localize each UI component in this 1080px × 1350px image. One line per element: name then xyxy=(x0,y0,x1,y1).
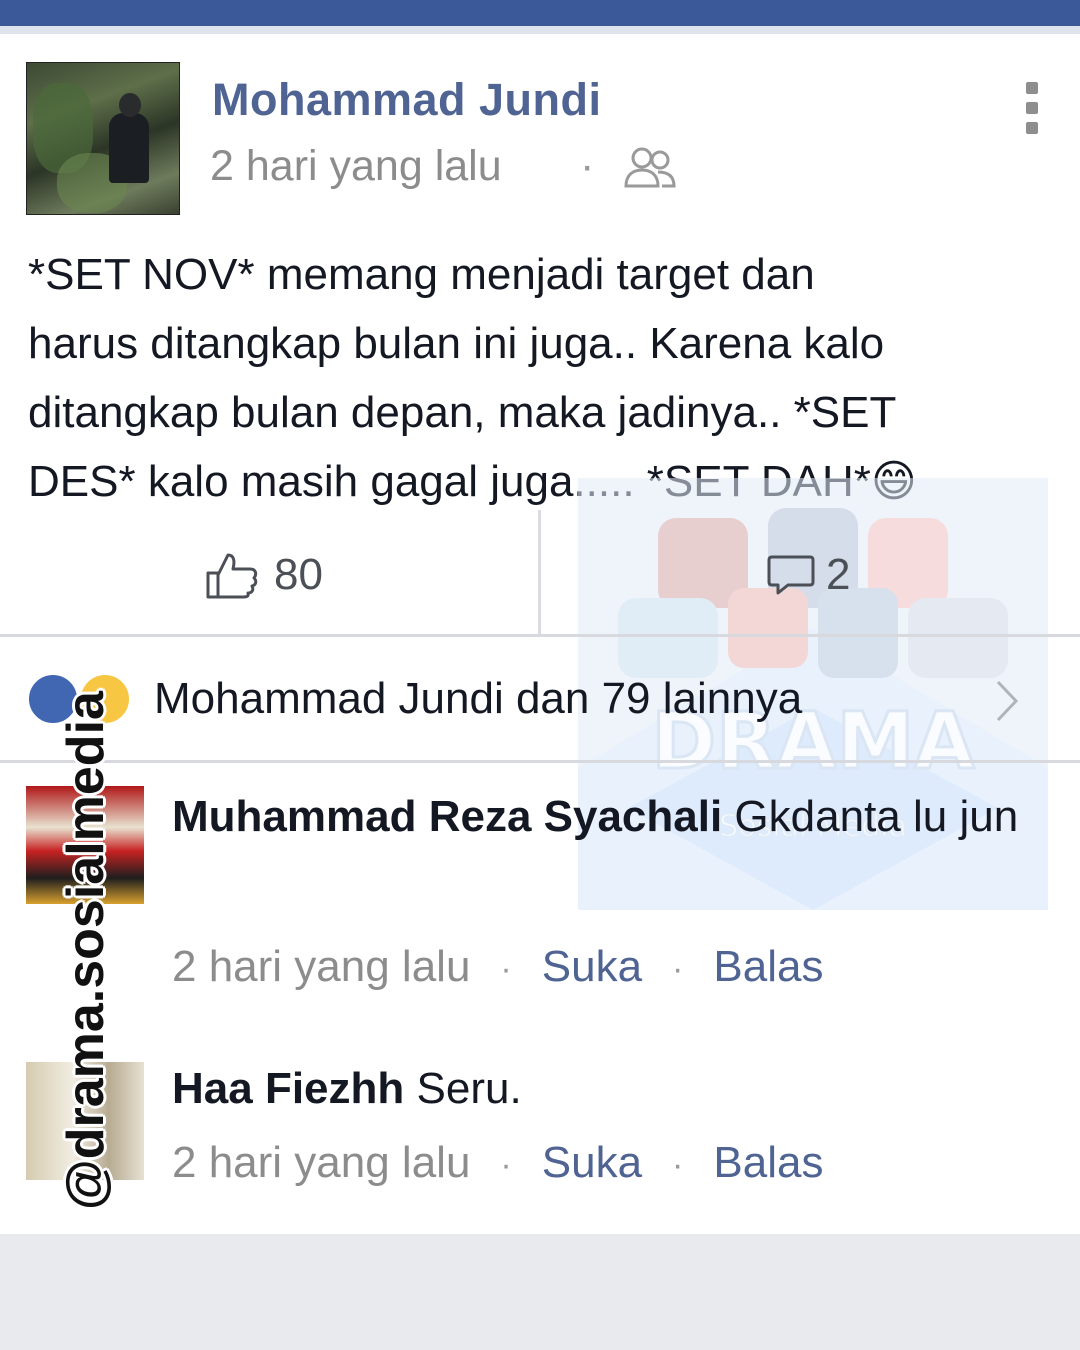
top-bar-shadow xyxy=(0,26,1080,34)
post-body-line: *SET NOV* memang menjadi target dan xyxy=(28,250,815,299)
comment-count: 2 xyxy=(826,550,851,599)
like-count: 80 xyxy=(274,550,323,599)
post-body-line: DES* kalo masih gagal juga..... *SET DAH… xyxy=(28,457,917,506)
post-body: *SET NOV* memang menjadi target dan haru… xyxy=(28,240,1038,516)
comment-like-link[interactable]: Suka xyxy=(542,942,642,991)
more-options-icon[interactable] xyxy=(1020,82,1044,134)
meta-separator: · xyxy=(500,949,512,988)
meta-separator: · xyxy=(672,949,684,988)
post-author-name[interactable]: Mohammad Jundi xyxy=(212,74,602,126)
watermark-handle: @drama.sosialmedia xyxy=(57,691,115,1210)
bottom-background xyxy=(0,1234,1080,1350)
comment-reply-link[interactable]: Balas xyxy=(713,942,823,991)
comment-text: Gkdanta lu jun xyxy=(722,792,1019,841)
stats-divider xyxy=(538,510,541,634)
comment: Muhammad Reza Syachali Gkdanta lu jun xyxy=(172,782,1052,852)
comment-timestamp: 2 hari yang lalu xyxy=(172,1138,471,1187)
commenter-name[interactable]: Haa Fiezhh xyxy=(172,1064,404,1113)
top-bar xyxy=(0,0,1080,26)
friends-icon[interactable] xyxy=(622,146,678,190)
meta-separator: · xyxy=(580,142,595,190)
thumbs-up-icon xyxy=(206,553,258,599)
comment-text: Seru. xyxy=(404,1064,522,1113)
comment-stat-button[interactable]: 2 xyxy=(766,548,850,602)
author-avatar[interactable] xyxy=(26,62,180,215)
divider xyxy=(0,760,1080,763)
comment-reply-link[interactable]: Balas xyxy=(713,1138,823,1187)
grinning-emoji-icon: 😄 xyxy=(870,457,917,506)
post-body-line: harus ditangkap bulan ini juga.. Karena … xyxy=(28,319,885,368)
divider xyxy=(0,634,1080,637)
like-stat-button[interactable]: 80 xyxy=(204,548,323,602)
post-timestamp[interactable]: 2 hari yang lalu xyxy=(210,142,502,191)
avatar-figure xyxy=(109,113,149,183)
post-body-line: ditangkap bulan depan, maka jadinya.. *S… xyxy=(28,388,897,437)
comment-meta: 2 hari yang lalu · Suka · Balas xyxy=(172,942,823,992)
chevron-right-icon[interactable] xyxy=(992,678,1022,724)
meta-separator: · xyxy=(672,1145,684,1184)
comment-like-link[interactable]: Suka xyxy=(542,1138,642,1187)
reactors-summary[interactable]: Mohammad Jundi dan 79 lainnya xyxy=(154,674,802,724)
meta-separator: · xyxy=(500,1145,512,1184)
avatar-figure-head xyxy=(119,93,141,117)
comment-bubble-icon xyxy=(767,555,815,595)
comment-timestamp: 2 hari yang lalu xyxy=(172,942,471,991)
commenter-name[interactable]: Muhammad Reza Syachali xyxy=(172,792,722,841)
comment-meta: 2 hari yang lalu · Suka · Balas xyxy=(172,1138,823,1188)
comment: Haa Fiezhh Seru. xyxy=(172,1058,1052,1120)
